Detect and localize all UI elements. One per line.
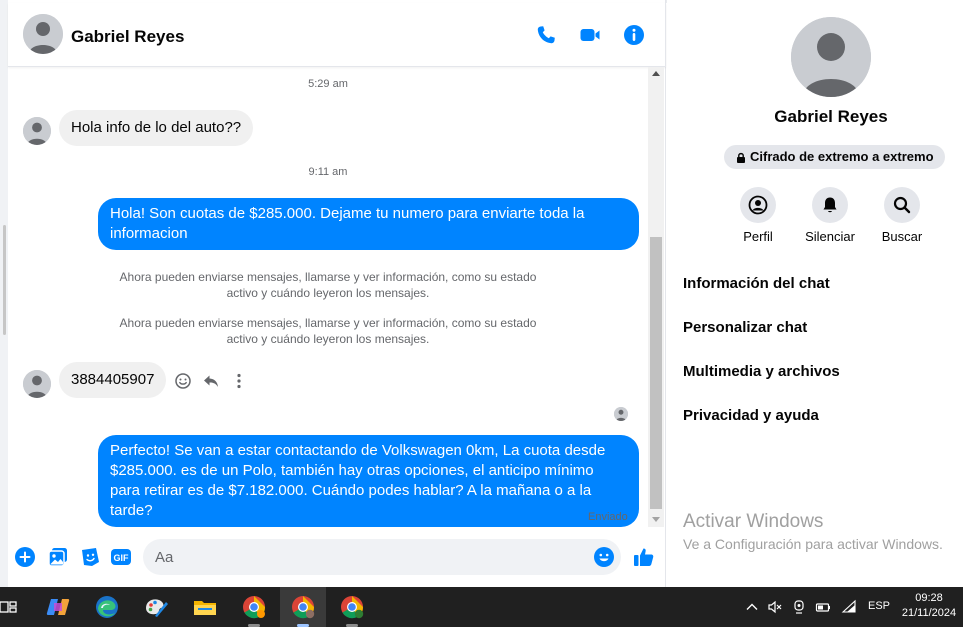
image-icon[interactable]: [47, 546, 69, 568]
message-actions: [174, 372, 248, 390]
react-emoji-icon[interactable]: [174, 372, 192, 390]
left-edge-strip: [0, 0, 8, 587]
encryption-label: Cifrado de extremo a extremo: [750, 149, 934, 164]
profile-icon: [740, 187, 776, 223]
bell-icon: [812, 187, 848, 223]
system-message: Ahora pueden enviarse mensajes, llamarse…: [119, 316, 537, 346]
system-message: Ahora pueden enviarse mensajes, llamarse…: [119, 270, 537, 300]
battery-icon[interactable]: [815, 599, 831, 615]
menu-customize-chat[interactable]: Personalizar chat: [683, 319, 807, 336]
menu-chat-info[interactable]: Información del chat: [683, 275, 830, 292]
menu-media-files[interactable]: Multimedia y archivos: [683, 363, 840, 380]
activate-subtitle: Ve a Configuración para activar Windows.: [683, 536, 943, 552]
phone-icon[interactable]: [534, 23, 558, 47]
volume-muted-icon[interactable]: [767, 599, 783, 615]
emoji-icon[interactable]: [593, 546, 615, 568]
incoming-message[interactable]: 3884405907: [59, 362, 167, 398]
chrome-icon[interactable]: [241, 594, 267, 620]
wifi-icon[interactable]: [841, 599, 857, 615]
contact-avatar[interactable]: [23, 14, 63, 54]
webcam-icon[interactable]: [791, 599, 807, 615]
info-panel: Gabriel Reyes Cifrado de extremo a extre…: [667, 0, 963, 587]
incoming-message[interactable]: Hola info de lo del auto??: [59, 110, 254, 146]
more-options-icon[interactable]: [230, 372, 248, 390]
thumbs-up-icon[interactable]: [632, 545, 656, 569]
search-button[interactable]: Buscar: [870, 187, 934, 244]
encryption-badge[interactable]: Cifrado de extremo a extremo: [724, 145, 945, 169]
add-icon[interactable]: [14, 546, 36, 568]
chevron-up-icon[interactable]: [744, 599, 760, 615]
contact-name-large: Gabriel Reyes: [774, 107, 888, 126]
clock-date: 21/11/2024: [901, 607, 957, 619]
timestamp: 5:29 am: [308, 78, 348, 90]
search-icon: [884, 187, 920, 223]
message-scrollbar[interactable]: [648, 67, 664, 527]
message-list: 5:29 am Hola info de lo del auto?? 9:11 …: [8, 67, 648, 527]
file-explorer-icon[interactable]: [192, 594, 218, 620]
chat-header: Gabriel Reyes: [8, 3, 666, 67]
outgoing-message[interactable]: Hola! Son cuotas de $285.000. Dejame tu …: [98, 198, 639, 250]
taskbar: ESP 09:28 21/11/2024: [0, 587, 963, 627]
scroll-thumb[interactable]: [650, 237, 662, 509]
menu-privacy-help[interactable]: Privacidad y ayuda: [683, 407, 819, 424]
message-input[interactable]: [143, 539, 621, 575]
contact-avatar-large[interactable]: [791, 17, 871, 97]
copilot-icon[interactable]: [45, 594, 71, 620]
timestamp: 9:11 am: [308, 166, 348, 178]
mute-button[interactable]: Silenciar: [798, 187, 862, 244]
contact-avatar-small[interactable]: [23, 117, 51, 145]
edge-icon[interactable]: [94, 594, 120, 620]
activate-windows-watermark: Activar Windows Ve a Configuración para …: [683, 511, 943, 552]
info-icon[interactable]: [622, 23, 646, 47]
composer: GIF: [8, 536, 666, 580]
mute-label: Silenciar: [805, 229, 855, 244]
reply-icon[interactable]: [202, 372, 220, 390]
left-edge-scrollbar[interactable]: [3, 225, 6, 335]
clock[interactable]: 09:28 21/11/2024: [900, 591, 958, 621]
gif-icon[interactable]: GIF: [110, 546, 132, 568]
activate-title: Activar Windows: [683, 511, 824, 532]
seen-receipt-avatar: [614, 407, 628, 421]
scroll-down-arrow[interactable]: [652, 517, 660, 522]
contact-name[interactable]: Gabriel Reyes: [71, 27, 184, 47]
video-call-icon[interactable]: [578, 23, 602, 47]
paint-icon[interactable]: [143, 594, 169, 620]
chrome-work-icon[interactable]: [339, 594, 365, 620]
profile-label: Perfil: [743, 229, 773, 244]
gif-label: GIF: [114, 553, 130, 563]
chat-panel: Gabriel Reyes 5:29 am Hola info de lo de…: [8, 0, 666, 587]
clock-time: 09:28: [915, 592, 943, 604]
sent-status: Enviado: [588, 511, 628, 523]
language-indicator[interactable]: ESP: [868, 600, 890, 612]
task-view-icon[interactable]: [0, 594, 17, 620]
sticker-icon[interactable]: [79, 546, 101, 568]
lock-icon: [737, 152, 745, 163]
outgoing-message[interactable]: Perfecto! Se van a estar contactando de …: [98, 435, 639, 527]
contact-avatar-small[interactable]: [23, 370, 51, 398]
search-label: Buscar: [881, 229, 923, 244]
profile-button[interactable]: Perfil: [726, 187, 790, 244]
scroll-up-arrow[interactable]: [652, 71, 660, 76]
chrome-profile-icon[interactable]: [290, 594, 316, 620]
